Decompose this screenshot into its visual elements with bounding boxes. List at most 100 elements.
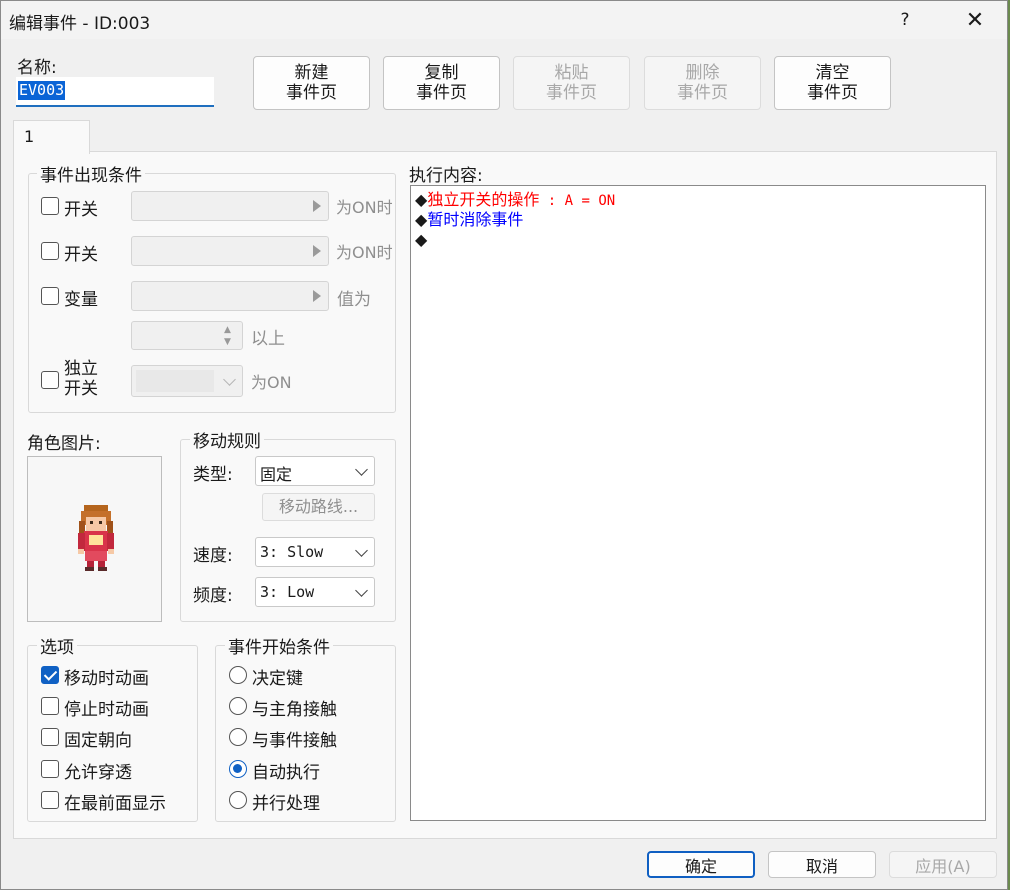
apply-button[interactable]: 应用(A) [889, 851, 997, 878]
movement-title: 移动规则 [190, 427, 264, 452]
switch1-suffix: 为ON时 [336, 198, 393, 217]
name-input[interactable]: EV003 [16, 77, 214, 107]
trigger-parallel-radio[interactable] [229, 791, 247, 809]
trigger-player-touch-radio[interactable] [229, 697, 247, 715]
spin-down-icon: ▼ [224, 337, 231, 347]
switch1-label: 开关 [64, 200, 98, 220]
close-button[interactable]: ✕ [946, 1, 1004, 39]
play-arrow-icon [313, 245, 321, 257]
command-text: 暂时消除事件 [427, 210, 524, 229]
chevron-down-icon [355, 584, 368, 597]
title-bar: 编辑事件 - ID:003 ? ✕ [1, 1, 1007, 39]
trigger-autorun-label: 自动执行 [252, 763, 320, 783]
name-value: EV003 [18, 81, 66, 100]
trigger-title: 事件开始条件 [225, 633, 333, 658]
trigger-parallel-label: 并行处理 [252, 794, 320, 814]
edit-event-dialog: 编辑事件 - ID:003 ? ✕ 名称: EV003 新建 事件页 复制 事件… [0, 0, 1008, 890]
switch1-checkbox[interactable] [41, 197, 59, 215]
delete-page-line1: 删除 [685, 63, 720, 83]
option-through-label: 允许穿透 [64, 763, 132, 783]
ok-button[interactable]: 确定 [647, 851, 755, 878]
command-bullet: ◆ [415, 210, 428, 229]
character-sprite [78, 505, 114, 571]
speed-label: 速度: [193, 546, 233, 566]
new-page-line2: 事件页 [286, 83, 337, 103]
play-arrow-icon [313, 290, 321, 302]
self-switch-select[interactable] [131, 365, 243, 397]
trigger-autorun-radio[interactable] [229, 760, 247, 778]
play-arrow-icon [313, 200, 321, 212]
paste-page-line1: 粘贴 [554, 63, 589, 83]
new-page-button[interactable]: 新建 事件页 [253, 56, 370, 110]
freq-select[interactable]: 3: Low [255, 577, 375, 607]
copy-page-line2: 事件页 [416, 83, 467, 103]
switch2-suffix: 为ON时 [336, 243, 393, 262]
option-step-anim-checkbox[interactable] [41, 697, 59, 715]
conditions-title: 事件出现条件 [37, 161, 145, 186]
variable-suffix: 值为 [337, 290, 371, 310]
event-commands-list[interactable]: ◆独立开关的操作 : A = ON ◆暂时消除事件 ◆ [410, 185, 986, 821]
help-button[interactable]: ? [881, 1, 929, 39]
copy-page-button[interactable]: 复制 事件页 [383, 56, 500, 110]
chevron-down-icon [355, 463, 368, 476]
variable-checkbox[interactable] [41, 287, 59, 305]
trigger-event-touch-label: 与事件接触 [252, 731, 337, 751]
option-always-top-checkbox[interactable] [41, 791, 59, 809]
tab-page-1[interactable]: 1 [13, 120, 90, 154]
freq-label: 频度: [193, 586, 233, 606]
option-direction-fix-label: 固定朝向 [64, 731, 132, 751]
option-walk-anim-label: 移动时动画 [64, 669, 149, 689]
switch1-select[interactable] [131, 191, 329, 221]
command-detail: : A = ON [539, 193, 616, 209]
switch2-select[interactable] [131, 236, 329, 266]
delete-page-button[interactable]: 删除 事件页 [644, 56, 761, 110]
option-direction-fix-checkbox[interactable] [41, 728, 59, 746]
command-text: 独立开关的操作 [427, 190, 540, 209]
cancel-button[interactable]: 取消 [768, 851, 876, 878]
self-switch-label-1: 独立 [64, 359, 98, 379]
move-type-value: 固定 [260, 465, 293, 484]
self-switch-suffix: 为ON [251, 373, 292, 392]
paste-page-button[interactable]: 粘贴 事件页 [513, 56, 630, 110]
character-graphic-box[interactable] [27, 456, 162, 622]
option-step-anim-label: 停止时动画 [64, 700, 149, 720]
close-icon: ✕ [965, 7, 985, 33]
move-type-label: 类型: [193, 465, 233, 485]
command-line[interactable]: ◆独立开关的操作 : A = ON [415, 190, 615, 211]
options-title: 选项 [37, 633, 77, 658]
move-type-select[interactable]: 固定 [255, 456, 375, 486]
switch2-checkbox[interactable] [41, 242, 59, 260]
speed-select[interactable]: 3: Slow [255, 537, 375, 567]
switch2-label: 开关 [64, 245, 98, 265]
trigger-player-touch-label: 与主角接触 [252, 700, 337, 720]
name-label: 名称: [17, 58, 57, 78]
command-bullet: ◆ [415, 190, 428, 209]
self-switch-label-2: 开关 [64, 379, 98, 399]
clear-page-line2: 事件页 [807, 83, 858, 103]
variable-label: 变量 [64, 290, 98, 310]
paste-page-line2: 事件页 [546, 83, 597, 103]
variable-compare-suffix: 以上 [251, 329, 285, 349]
chevron-down-icon [355, 544, 368, 557]
option-walk-anim-checkbox[interactable] [41, 666, 59, 684]
contents-label: 执行内容: [409, 166, 483, 186]
option-through-checkbox[interactable] [41, 760, 59, 778]
move-route-button[interactable]: 移动路线... [262, 493, 375, 521]
command-bullet: ◆ [415, 230, 428, 249]
window-title: 编辑事件 - ID:003 [9, 14, 151, 34]
clear-page-line1: 清空 [815, 63, 850, 83]
trigger-event-touch-radio[interactable] [229, 728, 247, 746]
variable-value-spinner[interactable]: ▲ ▼ [131, 321, 243, 350]
graphic-label: 角色图片: [27, 434, 101, 454]
trigger-action-radio[interactable] [229, 666, 247, 684]
command-line[interactable]: ◆暂时消除事件 [415, 210, 523, 230]
self-switch-checkbox[interactable] [41, 371, 59, 389]
speed-value: 3: Slow [260, 543, 324, 561]
option-always-top-label: 在最前面显示 [64, 794, 166, 814]
clear-page-button[interactable]: 清空 事件页 [774, 56, 891, 110]
freq-value: 3: Low [260, 583, 315, 601]
spin-up-icon: ▲ [224, 325, 231, 335]
command-line[interactable]: ◆ [415, 230, 427, 250]
new-page-line1: 新建 [294, 63, 329, 83]
variable-select[interactable] [131, 281, 329, 311]
